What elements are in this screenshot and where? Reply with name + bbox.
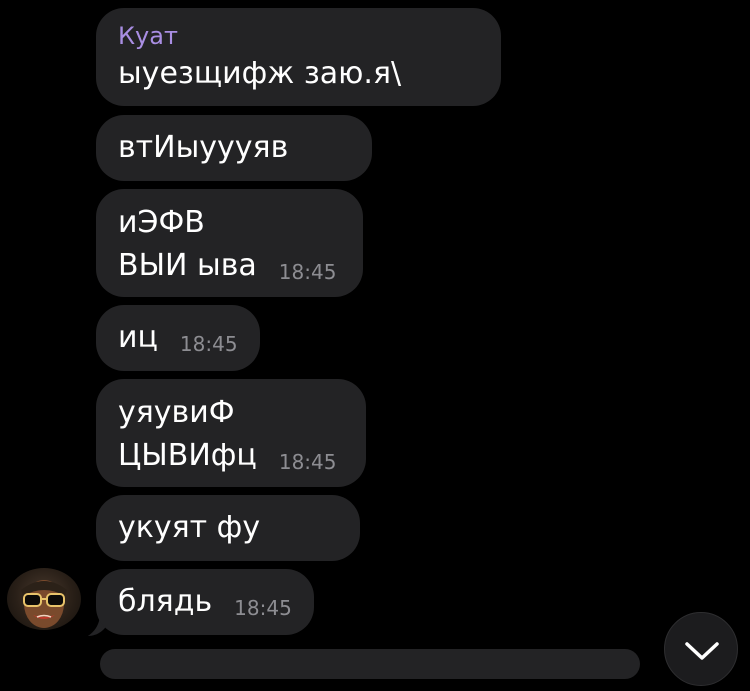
- message-bubble[interactable]: блядь 18:45: [96, 569, 314, 635]
- chevron-down-icon: [685, 642, 719, 660]
- message-bubble[interactable]: Куат ыуезщифж заю.я\18:45: [96, 8, 501, 136]
- message-bubble[interactable]: иц 18:45: [96, 305, 260, 371]
- scroll-down-button[interactable]: [664, 612, 738, 686]
- message-time: 18:45: [278, 260, 337, 284]
- message-text: иц: [118, 320, 158, 355]
- avatar-image: [21, 580, 67, 628]
- message-text: уяувиФ ЦЫВИфц: [118, 395, 257, 473]
- message-bubble[interactable]: укуят фу18:45: [96, 495, 360, 592]
- message-bubble[interactable]: иЭФВ ВЫИ ыва 18:45: [96, 189, 363, 297]
- sender-avatar[interactable]: [7, 568, 81, 630]
- message-text: блядь: [118, 584, 213, 619]
- message-text: иЭФВ ВЫИ ыва: [118, 205, 257, 283]
- message-bubble[interactable]: уяувиФ ЦЫВИфц 18:45: [96, 379, 366, 487]
- message-time: 18:45: [179, 332, 238, 356]
- message-time: 18:45: [234, 596, 292, 620]
- message-bubble[interactable]: втИыуууяв18:45: [96, 115, 372, 212]
- message-text: укуят фу: [118, 510, 261, 545]
- message-time: 18:45: [278, 450, 337, 474]
- message-text: втИыуууяв: [118, 130, 289, 165]
- message-text: ыуезщифж заю.я\: [118, 56, 402, 91]
- sender-name[interactable]: Куат: [118, 20, 479, 52]
- message-bubble-partial[interactable]: [100, 649, 640, 679]
